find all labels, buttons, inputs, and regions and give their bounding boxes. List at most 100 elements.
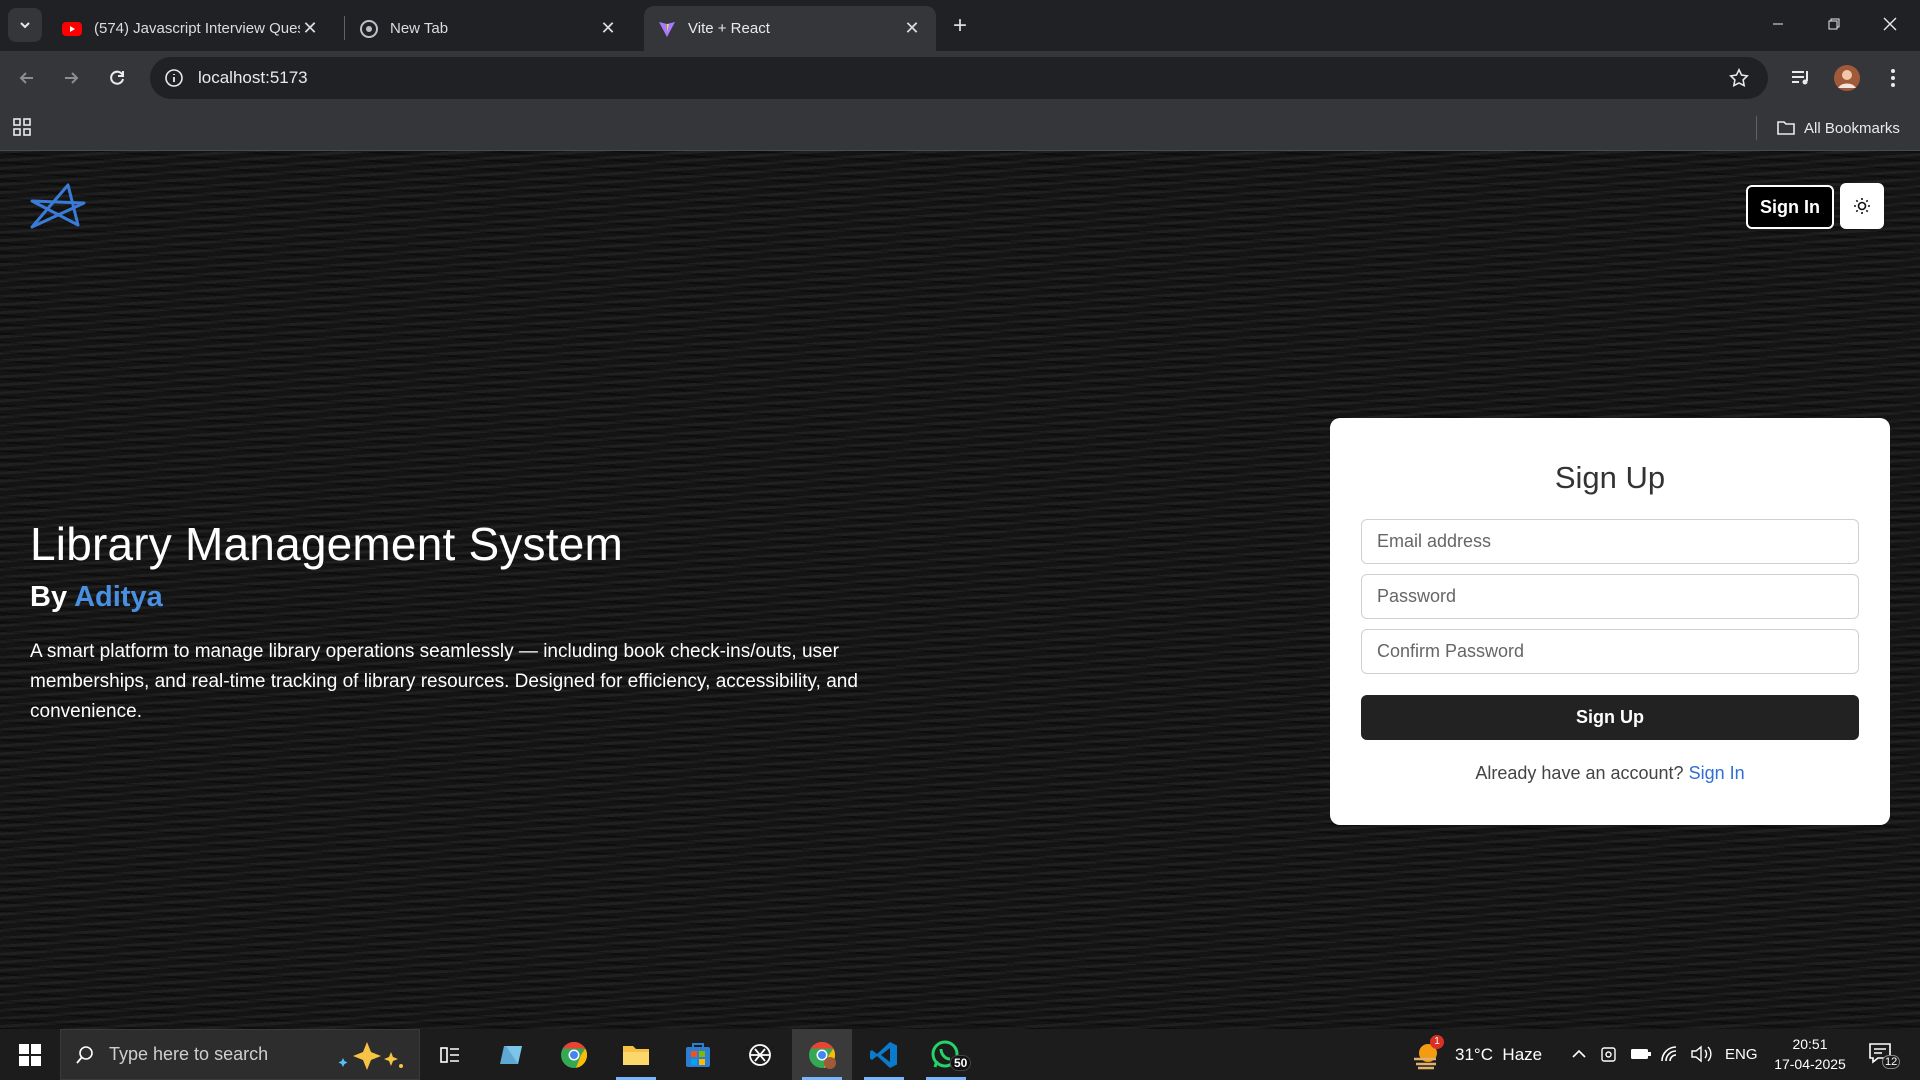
avatar-icon [1834,65,1860,91]
windows-logo-icon [19,1043,41,1066]
star-icon[interactable] [1728,67,1750,89]
signup-submit-button[interactable]: Sign Up [1361,695,1859,740]
meet-now-button[interactable] [1600,1044,1618,1069]
copilot-sparkle-icon [338,1041,403,1070]
weather-text[interactable]: 31°C Haze [1455,1045,1542,1065]
chevron-up-icon [1572,1049,1586,1058]
taskbar-search-box[interactable]: Type here to search [60,1029,420,1080]
sun-icon [1854,198,1870,214]
password-field[interactable] [1361,574,1859,619]
hero-byline: By Aditya [30,581,163,614]
clock[interactable]: 20:51 17-04-2025 [1770,1034,1850,1074]
forward-button[interactable] [52,59,90,97]
signup-card: Sign Up Sign Up Already have an account?… [1330,418,1890,825]
new-tab-button[interactable]: + [946,12,974,40]
search-icon [76,1045,93,1064]
signin-prompt: Already have an account? Sign In [1330,763,1890,784]
clock-date: 17-04-2025 [1774,1056,1846,1072]
start-button[interactable] [0,1029,60,1080]
reload-icon [110,70,124,85]
windows-taskbar: Type here to search 50 1 31°C Haze ENG 2… [0,1029,1920,1080]
vite-icon [659,21,675,37]
minimize-button[interactable] [1750,0,1806,48]
back-button[interactable] [8,59,46,97]
browser-tab-strip: (574) Javascript Interview Quest ✕ New T… [0,0,1920,51]
playlist-icon [1792,71,1808,85]
address-bar[interactable]: localhost:5173 [150,57,1768,99]
folder-icon [623,1045,649,1065]
all-bookmarks-label: All Bookmarks [1804,119,1900,137]
site-info-icon[interactable] [164,68,184,88]
language-indicator[interactable]: ENG [1725,1046,1758,1063]
bookmarks-bar: All Bookmarks [0,106,1920,151]
reload-button[interactable] [98,59,136,97]
taskbar-app-chrome[interactable] [544,1029,604,1080]
notification-center-button[interactable]: 12 [1868,1041,1901,1069]
taskbar-app-chatgpt[interactable] [730,1029,790,1080]
weather-badge: 1 [1430,1035,1444,1049]
weather-widget-icon-wrap[interactable]: 1 [1410,1035,1446,1071]
apps-button[interactable] [12,116,36,140]
app-logo[interactable] [28,179,86,231]
arrow-left-icon [19,72,33,84]
media-control-button[interactable] [1782,59,1820,97]
close-icon[interactable]: ✕ [300,18,320,39]
tab-vite-react[interactable]: Vite + React ✕ [644,6,936,51]
task-view-button[interactable] [420,1029,480,1080]
tab-search-button[interactable] [8,8,42,42]
confirm-password-field[interactable] [1361,629,1859,674]
tab-separator [344,16,345,40]
notification-badge: 12 [1882,1055,1901,1069]
taskbar-app-notes[interactable] [482,1029,542,1080]
hero-description: A smart platform to manage library opera… [30,641,858,722]
signin-link[interactable]: Sign In [1689,763,1745,783]
hero-title: Library Management System [30,518,624,570]
tab-new-tab[interactable]: New Tab ✕ [346,6,632,51]
chrome-profile-icon [809,1041,836,1069]
close-icon [1883,17,1897,31]
profile-avatar[interactable] [1828,59,1866,97]
taskbar-app-chrome-active[interactable] [792,1029,852,1080]
close-icon[interactable]: ✕ [902,18,922,39]
arrow-right-icon [65,72,79,84]
browser-toolbar: localhost:5173 [0,51,1920,106]
chatgpt-icon [749,1043,771,1066]
taskbar-app-whatsapp[interactable]: 50 [916,1029,976,1080]
minimize-icon [1773,23,1783,25]
restore-icon [1828,18,1840,30]
signin-prompt-text: Already have an account? [1475,763,1684,783]
restore-button[interactable] [1806,0,1862,48]
chrome-icon [360,19,378,38]
url-text[interactable]: localhost:5173 [198,68,308,88]
chevron-down-icon [20,22,30,29]
all-bookmarks-button[interactable]: All Bookmarks [1776,116,1900,140]
youtube-icon [62,21,82,36]
close-window-button[interactable] [1862,0,1918,48]
page-viewport: Sign In Library Management System By Adi… [0,151,1920,1029]
taskbar-app-store[interactable] [668,1029,728,1080]
wifi-icon [1661,1046,1677,1062]
search-placeholder: Type here to search [109,1044,269,1064]
battery-icon [1631,1049,1651,1059]
show-hidden-icons-button[interactable] [1570,1045,1588,1068]
battery-button[interactable] [1630,1046,1652,1067]
whatsapp-badge: 50 [950,1055,972,1071]
taskbar-app-vscode[interactable] [854,1029,914,1080]
volume-button[interactable] [1690,1044,1714,1069]
theme-toggle-button[interactable] [1840,183,1884,229]
browser-menu-button[interactable] [1874,59,1912,97]
folder-icon [1777,121,1795,135]
chrome-icon [561,1041,588,1068]
email-field[interactable] [1361,519,1859,564]
close-icon[interactable]: ✕ [598,18,618,39]
signin-nav-button[interactable]: Sign In [1746,185,1834,229]
tab-title: New Tab [390,20,449,37]
clock-time: 20:51 [1792,1036,1828,1052]
tab-title: (574) Javascript Interview Quest [94,20,300,37]
more-vertical-icon [1891,69,1895,87]
bookmark-separator [1756,116,1757,140]
tab-youtube[interactable]: (574) Javascript Interview Quest ✕ [48,6,334,51]
taskbar-app-explorer[interactable] [606,1029,666,1080]
tab-title: Vite + React [688,20,770,37]
network-button[interactable] [1660,1044,1682,1069]
